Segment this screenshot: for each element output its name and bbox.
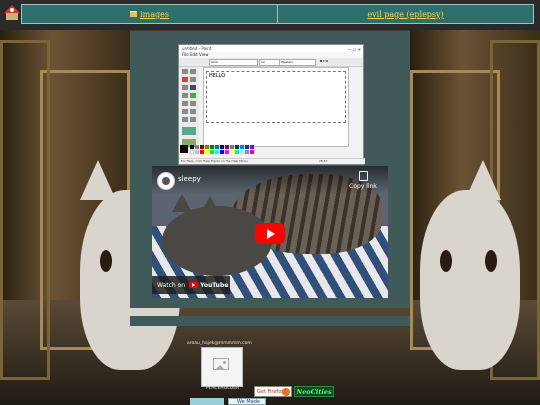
site-logo-icon[interactable] bbox=[4, 3, 20, 21]
channel-avatar[interactable] bbox=[157, 172, 175, 190]
image-icon bbox=[213, 358, 229, 370]
firefox-badge[interactable]: Get Firefox bbox=[254, 386, 292, 397]
nav-cell-images: images bbox=[22, 5, 278, 23]
firefox-badge-label: Get Firefox bbox=[257, 389, 285, 395]
color-palette bbox=[180, 145, 260, 155]
paint-canvas: HELLO bbox=[203, 67, 349, 147]
image-placeholder bbox=[201, 347, 243, 387]
play-button[interactable] bbox=[255, 223, 285, 244]
folder-icon bbox=[130, 11, 138, 17]
window-controls-icon: — ☐ ✕ bbox=[347, 47, 361, 52]
watch-on-youtube-button[interactable]: Watch on YouTube bbox=[152, 276, 230, 294]
copy-icon bbox=[358, 171, 368, 181]
evil-page-link[interactable]: evil page (eplepsy) bbox=[367, 10, 443, 19]
paint-text: HELLO bbox=[206, 71, 346, 123]
nav-cell-evil: evil page (eplepsy) bbox=[278, 5, 533, 23]
paint-title: untitled - Paint bbox=[182, 46, 212, 51]
cat-face-right bbox=[420, 190, 520, 370]
paint-screenshot: untitled - Paint — ☐ ✕ File Edit View Ar… bbox=[178, 44, 365, 165]
bottom-panel bbox=[130, 316, 410, 326]
watch-on-label: Watch on bbox=[157, 281, 186, 289]
paint-toolbox bbox=[180, 67, 199, 153]
paint-status-bar: For Help, click Help Topics on the Help … bbox=[179, 158, 365, 164]
copy-link-label: Copy link bbox=[349, 183, 377, 190]
we-made-badge[interactable]: We Made bbox=[228, 398, 266, 405]
youtube-label: YouTube bbox=[200, 281, 229, 289]
web-button-badge[interactable] bbox=[190, 398, 224, 405]
font-name-field: Arial bbox=[209, 59, 258, 66]
images-link[interactable]: images bbox=[140, 10, 169, 19]
paint-font-toolbar: Arial 12 Western B I U bbox=[179, 58, 363, 67]
youtube-embed[interactable]: sleepy Copy link Watch on YouTube bbox=[152, 166, 388, 298]
image-caption: PLACEHOLDER bbox=[206, 386, 240, 391]
neocities-badge[interactable]: NeoCities bbox=[294, 386, 334, 397]
youtube-icon bbox=[189, 282, 199, 288]
font-size-field: 12 bbox=[259, 59, 280, 66]
top-nav: images evil page (eplepsy) bbox=[21, 4, 534, 24]
paint-status-text: For Help, click Help Topics on the Help … bbox=[181, 159, 249, 163]
bold-italic-underline-icon: B I U bbox=[320, 59, 328, 63]
email-address[interactable]: aroau_hajek@mmmmm.com bbox=[187, 341, 252, 346]
copy-link-button[interactable]: Copy link bbox=[343, 171, 383, 190]
video-title[interactable]: sleepy bbox=[178, 175, 201, 183]
font-script-field: Western bbox=[279, 59, 316, 66]
paint-coords: 25,57 bbox=[319, 159, 328, 163]
firefox-icon bbox=[282, 388, 290, 396]
